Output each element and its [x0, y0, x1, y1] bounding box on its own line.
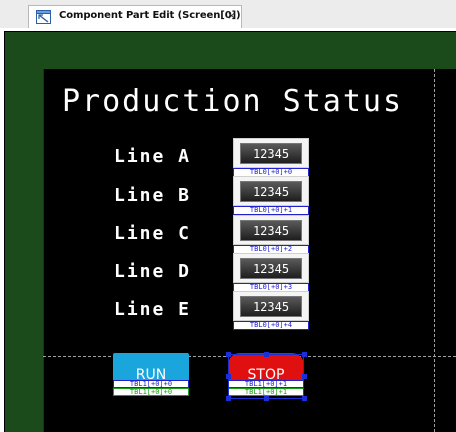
- line-label-c[interactable]: Line C: [114, 223, 191, 244]
- display-value: 12345: [252, 300, 290, 314]
- display-frame: 12345: [233, 291, 309, 321]
- display-screen: 12345: [240, 220, 302, 241]
- display-screen: 12345: [240, 258, 302, 279]
- line-label-e[interactable]: Line E: [114, 299, 191, 320]
- run-button[interactable]: RUN TBL1[+0]+0 TBL1[+0]+0: [113, 353, 189, 396]
- address-tag: TBL0[+0]+1: [233, 206, 309, 215]
- line-label-b[interactable]: Line B: [114, 185, 191, 206]
- address-tag-blue: TBL1[+0]+0: [113, 380, 189, 388]
- selection-box: [228, 354, 304, 399]
- close-icon[interactable]: ×: [227, 9, 236, 22]
- display-frame: 12345: [233, 138, 309, 168]
- component-edit-icon: [36, 10, 51, 24]
- address-tag-green: TBL1[+0]+0: [113, 388, 189, 396]
- display-screen: 12345: [240, 181, 302, 202]
- screen-guide-vertical: [434, 69, 435, 432]
- resize-handle-top-left[interactable]: [226, 352, 231, 357]
- resize-handle-bottom[interactable]: [264, 396, 269, 401]
- numeric-display-line-b[interactable]: 12345 TBL0[+0]+1: [233, 176, 309, 216]
- resize-handle-right[interactable]: [302, 374, 307, 379]
- display-frame: 12345: [233, 215, 309, 245]
- numeric-display-line-e[interactable]: 12345 TBL0[+0]+4: [233, 291, 309, 331]
- resize-handle-bottom-left[interactable]: [226, 396, 231, 401]
- display-value: 12345: [252, 185, 290, 199]
- line-label-d[interactable]: Line D: [114, 261, 191, 282]
- resize-handle-top-right[interactable]: [302, 352, 307, 357]
- numeric-display-line-c[interactable]: 12345 TBL0[+0]+2: [233, 215, 309, 255]
- display-value: 12345: [252, 224, 290, 238]
- page-title[interactable]: Production Status: [62, 84, 403, 119]
- display-screen: 12345: [240, 296, 302, 317]
- resize-handle-top[interactable]: [264, 352, 269, 357]
- display-value: 12345: [252, 262, 290, 276]
- tab-component-part-edit[interactable]: Component Part Edit (Screen[0]) ×: [28, 5, 242, 28]
- display-screen: 12345: [240, 143, 302, 164]
- numeric-display-line-d[interactable]: 12345 TBL0[+0]+3: [233, 253, 309, 293]
- numeric-display-line-a[interactable]: 12345 TBL0[+0]+0: [233, 138, 309, 178]
- display-frame: 12345: [233, 176, 309, 206]
- display-frame: 12345: [233, 253, 309, 283]
- address-tag: TBL0[+0]+4: [233, 321, 309, 330]
- tab-title: Component Part Edit (Screen[0]): [59, 10, 241, 21]
- run-button-face: RUN: [113, 353, 189, 383]
- resize-handle-left[interactable]: [226, 374, 231, 379]
- resize-handle-bottom-right[interactable]: [302, 396, 307, 401]
- line-label-a[interactable]: Line A: [114, 146, 191, 167]
- tab-bar: Component Part Edit (Screen[0]) ×: [0, 0, 456, 28]
- display-value: 12345: [252, 147, 290, 161]
